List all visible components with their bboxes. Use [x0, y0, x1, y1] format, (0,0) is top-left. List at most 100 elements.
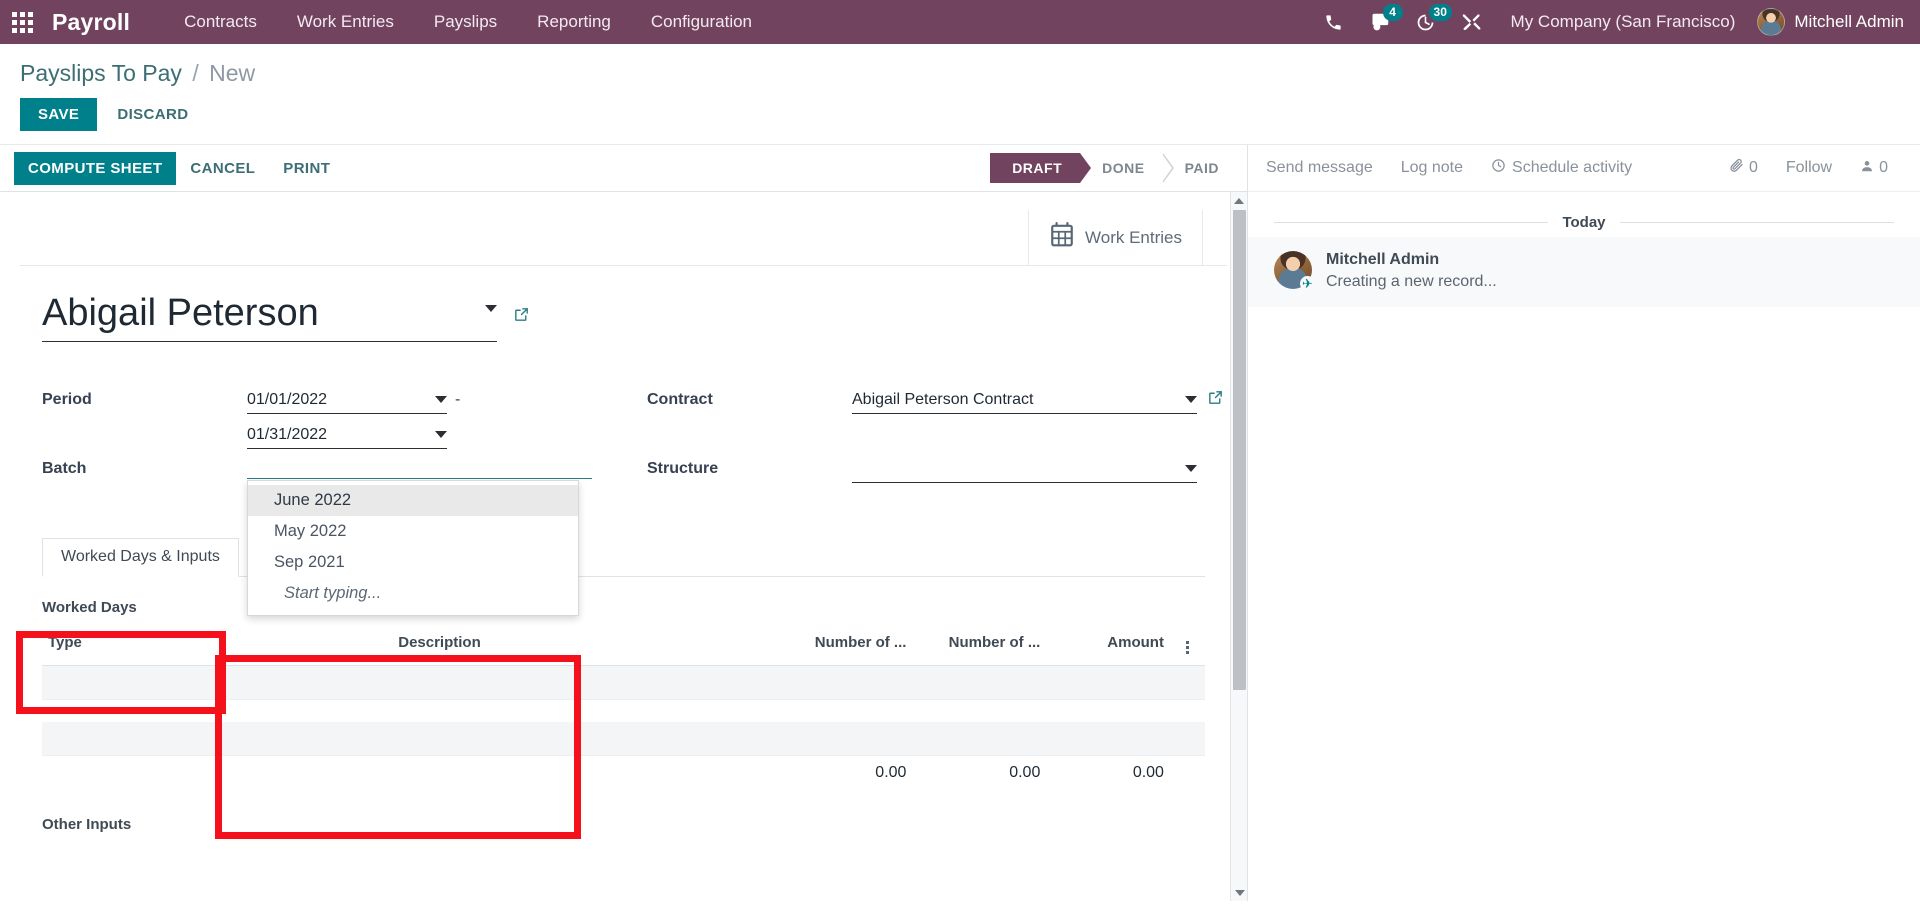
- chevron-down-icon[interactable]: [485, 305, 497, 312]
- total-amount: 0.00: [1046, 755, 1170, 790]
- phone-icon[interactable]: [1311, 0, 1357, 44]
- tab-worked-days-and-inputs[interactable]: Worked Days & Inputs: [42, 538, 239, 577]
- menu-contracts[interactable]: Contracts: [164, 0, 277, 44]
- contract-chevron-icon[interactable]: [1185, 396, 1197, 403]
- batch-field: June 2022 May 2022 Sep 2021 Start typing…: [247, 455, 647, 616]
- scroll-down-arrow-icon[interactable]: [1231, 884, 1247, 901]
- status-paid[interactable]: PAID: [1162, 153, 1237, 183]
- column-number-of-hours[interactable]: Number of ...: [912, 624, 1047, 666]
- status-bar: DRAFT DONE PAID: [990, 153, 1237, 183]
- paper-plane-icon: ✈: [1300, 276, 1315, 291]
- worked-days-heading: Worked Days: [42, 599, 137, 616]
- contract-external-link-icon[interactable]: [1207, 389, 1224, 411]
- chatter-right-tools: 0 Follow 0: [1719, 158, 1898, 178]
- app-brand[interactable]: Payroll: [52, 9, 130, 36]
- table-header-row: Type Description Number of ... Number of…: [42, 624, 1205, 666]
- activities-clock-icon[interactable]: 30: [1403, 0, 1452, 44]
- breadcrumb-root[interactable]: Payslips To Pay: [20, 60, 182, 86]
- calendar-icon: [1049, 222, 1075, 253]
- form-sheet: Work Entries Abigail Peterson Period 01/…: [0, 192, 1247, 901]
- send-message-button[interactable]: Send message: [1266, 159, 1387, 177]
- worked-days-table: Type Description Number of ... Number of…: [42, 624, 1205, 790]
- structure-chevron-icon[interactable]: [1185, 465, 1197, 472]
- attachments-counter[interactable]: 0: [1719, 158, 1768, 178]
- column-type[interactable]: Type: [42, 624, 393, 666]
- period-to-input[interactable]: 01/31/2022: [247, 421, 447, 449]
- separator-line-left: [1274, 222, 1549, 223]
- breadcrumb-separator: /: [192, 60, 199, 86]
- control-panel: Payslips To Pay / New SAVE DISCARD: [0, 44, 1920, 145]
- breadcrumb-current: New: [209, 60, 256, 86]
- schedule-activity-button[interactable]: Schedule activity: [1477, 158, 1646, 178]
- period-dash: -: [455, 391, 461, 408]
- avatar: ✈: [1274, 251, 1315, 291]
- table-row[interactable]: [42, 721, 1205, 756]
- period-field: 01/01/2022 - 01/31/2022: [247, 386, 647, 455]
- print-button[interactable]: PRINT: [269, 152, 344, 185]
- column-amount[interactable]: Amount: [1046, 624, 1170, 666]
- discard-button[interactable]: DISCARD: [101, 98, 204, 131]
- save-button[interactable]: SAVE: [20, 98, 98, 131]
- company-selector[interactable]: My Company (San Francisco): [1495, 12, 1752, 32]
- scroll-up-arrow-icon[interactable]: [1231, 192, 1247, 209]
- employee-external-link-icon[interactable]: [513, 306, 530, 328]
- period-from-input[interactable]: 01/01/2022: [247, 386, 447, 414]
- period-to-chevron-icon[interactable]: [435, 431, 447, 438]
- period-from-chevron-icon[interactable]: [435, 396, 447, 403]
- status-draft[interactable]: DRAFT: [990, 153, 1092, 183]
- chatter-pane: Send message Log note Schedule activity: [1248, 145, 1920, 901]
- batch-option-june-2022[interactable]: June 2022: [248, 485, 578, 516]
- employee-input[interactable]: Abigail Peterson: [42, 292, 497, 342]
- messages-badge: 4: [1382, 4, 1403, 21]
- compute-sheet-button[interactable]: COMPUTE SHEET: [14, 151, 177, 185]
- status-done[interactable]: DONE: [1080, 153, 1175, 183]
- period-to-value: 01/31/2022: [247, 425, 328, 443]
- message-author: Mitchell Admin: [1326, 251, 1440, 268]
- apps-grid-icon[interactable]: [0, 0, 44, 44]
- user-menu[interactable]: Mitchell Admin: [1751, 8, 1904, 36]
- period-label: Period: [42, 391, 92, 408]
- message-body: Creating a new record...: [1326, 273, 1497, 290]
- user-name: Mitchell Admin: [1794, 12, 1904, 31]
- log-note-button[interactable]: Log note: [1387, 159, 1477, 177]
- message-content: Mitchell Admin Creating a new record...: [1326, 251, 1497, 291]
- table-row[interactable]: [42, 665, 1205, 700]
- form-scrollbar[interactable]: [1230, 192, 1247, 901]
- contract-input[interactable]: Abigail Peterson Contract: [852, 386, 1197, 414]
- top-navbar: Payroll Contracts Work Entries Payslips …: [0, 0, 1920, 44]
- cancel-button[interactable]: CANCEL: [176, 152, 269, 185]
- scrollbar-thumb[interactable]: [1233, 210, 1246, 690]
- notebook-tabs: Worked Days & Inputs: [42, 538, 1205, 577]
- user-icon: [1860, 159, 1874, 178]
- menu-payslips[interactable]: Payslips: [414, 0, 517, 44]
- contract-label: Contract: [647, 391, 713, 408]
- structure-input[interactable]: [852, 455, 1197, 483]
- column-number-of-days[interactable]: Number of ...: [773, 624, 913, 666]
- batch-option-sep-2021[interactable]: Sep 2021: [248, 547, 578, 578]
- batch-dropdown[interactable]: June 2022 May 2022 Sep 2021 Start typing…: [247, 480, 579, 616]
- clock-icon: [1491, 158, 1506, 178]
- messages-icon[interactable]: 4: [1357, 0, 1403, 44]
- menu-work-entries[interactable]: Work Entries: [277, 0, 414, 44]
- batch-input[interactable]: [247, 455, 592, 479]
- notebook: Worked Days & Inputs Worked Days Type De…: [0, 538, 1247, 790]
- employee-name: Abigail Peterson: [42, 292, 319, 334]
- follow-button[interactable]: Follow: [1774, 159, 1844, 177]
- chatter-toolbar: Send message Log note Schedule activity: [1248, 145, 1920, 192]
- menu-configuration[interactable]: Configuration: [631, 0, 772, 44]
- structure-field: [852, 455, 1247, 524]
- column-description[interactable]: Description: [392, 624, 774, 666]
- followers-count: 0: [1879, 159, 1888, 176]
- contract-field: Abigail Peterson Contract: [852, 386, 1247, 455]
- batch-option-may-2022[interactable]: May 2022: [248, 516, 578, 547]
- work-entries-stat-button[interactable]: Work Entries: [1028, 210, 1203, 265]
- followers-counter[interactable]: 0: [1850, 159, 1898, 178]
- debug-tools-icon[interactable]: [1449, 0, 1495, 44]
- structure-label: Structure: [647, 460, 719, 477]
- column-options-icon[interactable]: [1169, 624, 1205, 666]
- paperclip-icon: [1729, 158, 1744, 178]
- breadcrumb: Payslips To Pay / New: [20, 54, 1900, 89]
- menu-reporting[interactable]: Reporting: [517, 0, 631, 44]
- fields-grid: Period 01/01/2022 - 01/31/2022 Contract …: [0, 342, 1247, 616]
- other-inputs-heading: Other Inputs: [42, 816, 132, 833]
